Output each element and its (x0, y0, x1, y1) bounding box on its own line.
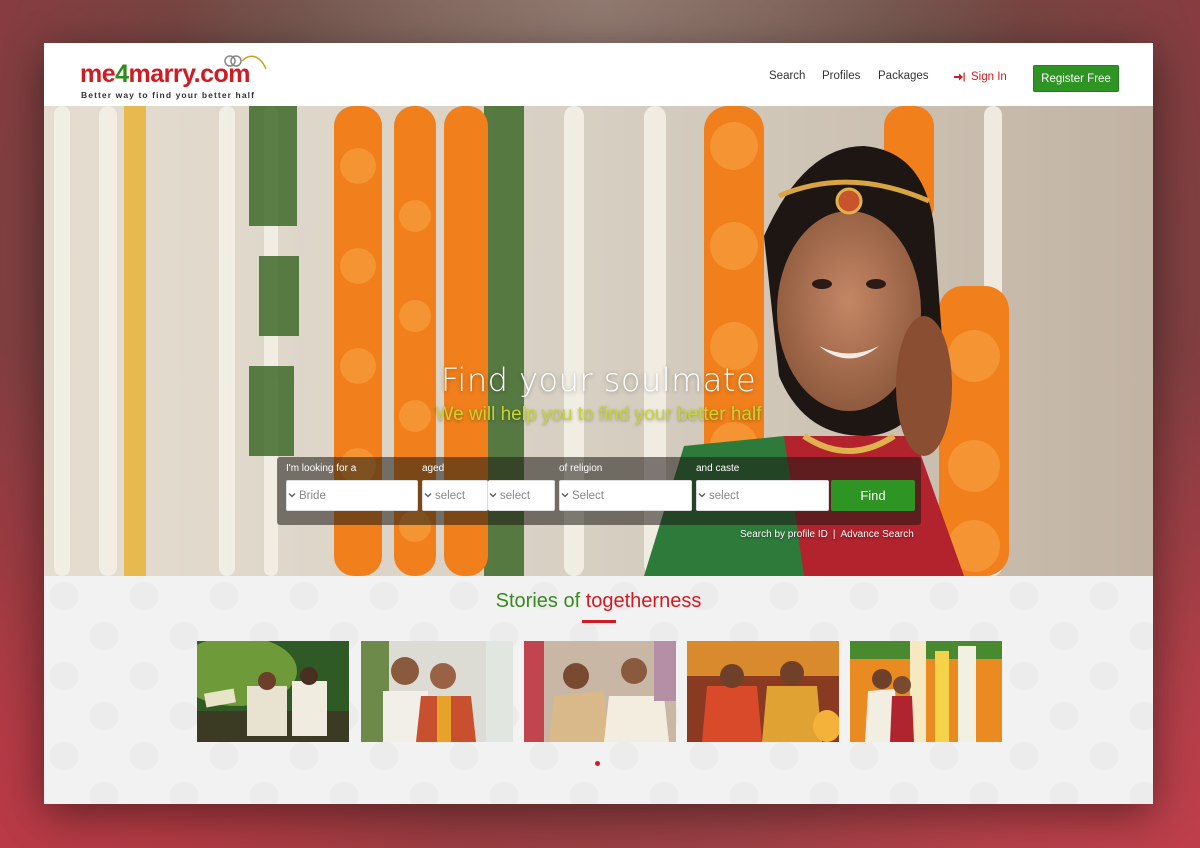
search-by-profile-id-link[interactable]: Search by profile ID (740, 529, 828, 540)
hero-banner: Find your soulmate We will help you to f… (44, 106, 1153, 576)
looking-for-label: I'm looking for a (286, 463, 357, 474)
rings-icon (224, 55, 267, 70)
hero-title: Find your soulmate (440, 361, 757, 399)
stories-section: Stories of togetherness (44, 576, 1153, 804)
chevron-down-icon (561, 493, 569, 498)
carousel-dot[interactable] (595, 761, 600, 766)
caste-select[interactable]: select (696, 480, 829, 511)
search-links: Search by profile ID | Advance Search (740, 529, 914, 540)
advance-search-link[interactable]: Advance Search (840, 529, 913, 540)
chevron-down-icon (698, 493, 706, 498)
title-underline (582, 620, 616, 623)
story-thumbnail-4[interactable] (687, 641, 839, 742)
couple-photo-4 (687, 641, 839, 742)
caste-label: and caste (696, 463, 740, 474)
logo-tagline: Better way to find your better half (81, 90, 256, 100)
chevron-down-icon (288, 493, 296, 498)
site-header: me4marry.com Better way to find your bet… (44, 43, 1153, 106)
couple-photo-3 (524, 641, 676, 742)
chevron-down-icon (424, 493, 432, 498)
story-thumbnail-1[interactable] (197, 641, 349, 742)
aged-label: aged (422, 463, 445, 474)
quick-search-panel: I'm looking for a Bride aged select sele… (277, 457, 921, 525)
story-thumbnail-5[interactable] (850, 641, 1002, 742)
looking-for-select[interactable]: Bride (286, 480, 418, 511)
nav-search[interactable]: Search (769, 70, 805, 82)
couple-photo-5 (850, 641, 1002, 742)
browser-page: me4marry.com Better way to find your bet… (44, 43, 1153, 804)
find-button[interactable]: Find (831, 480, 915, 511)
couple-photo-1 (197, 641, 349, 742)
couple-photo-2 (361, 641, 513, 742)
site-logo[interactable]: me4marry.com Better way to find your bet… (80, 53, 280, 100)
chevron-down-icon (489, 493, 497, 498)
age-to-select[interactable]: select (488, 480, 555, 511)
register-free-button[interactable]: Register Free (1033, 65, 1119, 92)
hero-subtitle: We will help you to find your better hal… (435, 404, 762, 425)
signin-label: Sign In (971, 71, 1007, 83)
nav-profiles[interactable]: Profiles (822, 70, 860, 82)
nav-packages[interactable]: Packages (878, 70, 929, 82)
religion-select[interactable]: Select (559, 480, 692, 511)
story-thumbnail-2[interactable] (361, 641, 513, 742)
link-separator: | (832, 529, 836, 540)
age-from-select[interactable]: select (422, 480, 488, 511)
religion-label: of religion (559, 463, 603, 474)
signin-icon (954, 72, 965, 82)
story-thumbnail-3[interactable] (524, 641, 676, 742)
signin-link[interactable]: Sign In (954, 71, 1007, 83)
stories-title: Stories of togetherness (495, 590, 702, 612)
